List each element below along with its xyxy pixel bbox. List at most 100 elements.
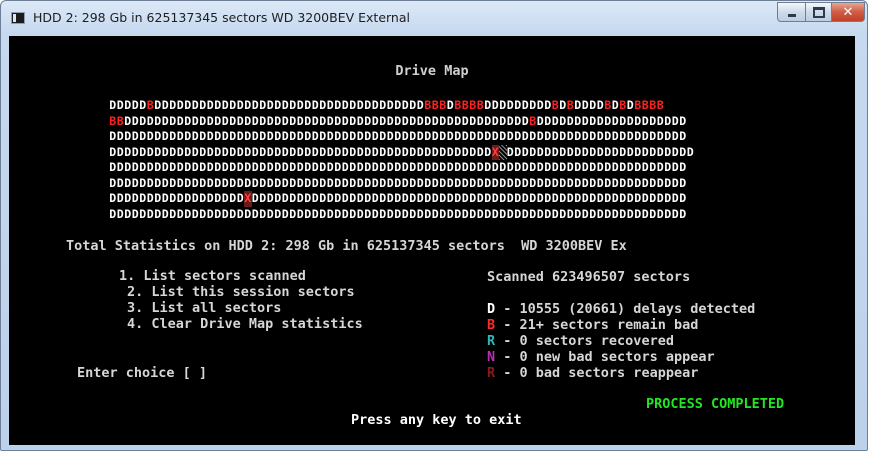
console-area[interactable]: Drive Map DDDDDBDDDDDDDDDDDDDDDDDDDDDDDD… [9,36,855,445]
delay-sector-cell: D [184,98,192,112]
delay-sector-cell: D [191,144,199,159]
delay-sector-cell: D [281,160,289,174]
minimize-button[interactable] [777,2,806,22]
delay-sector-cell: D [559,129,567,143]
delay-sector-cell: D [154,175,162,190]
delay-sector-cell: D [386,144,394,159]
delay-sector-cell: D [371,129,379,143]
delay-sector-cell: D [349,206,357,221]
delay-sector-cell: D [634,144,642,159]
delay-sector-cell: D [116,98,124,112]
delay-sector-cell: D [641,175,649,190]
delay-sector-cell: D [229,98,237,112]
delay-sector-cell: D [266,160,274,174]
delay-sector-cell: D [364,113,372,128]
delay-sector-cell: D [259,129,267,143]
delay-sector-cell: D [664,191,672,205]
total-statistics: Total Statistics on HDD 2: 298 Gb in 625… [66,238,627,254]
delay-sector-cell: D [146,206,154,221]
delay-sector-cell: D [671,206,679,221]
delay-sector-cell: D [596,191,604,205]
console-app-icon[interactable] [11,12,25,24]
delay-sector-cell: D [236,191,244,205]
delay-sector-cell: D [641,160,649,174]
delay-sector-cell: D [116,129,124,143]
drive-map-row: DDDDDDDDDDDDDDDDDDDDDDDDDDDDDDDDDDDDDDDD… [109,160,803,176]
maximize-icon [812,6,825,18]
delay-sector-cell: D [476,175,484,190]
delay-sector-cell: D [146,175,154,190]
delay-sector-cell: D [371,191,379,205]
delay-sector-cell: D [311,129,319,143]
delay-sector-cell: D [476,129,484,143]
delay-sector-cell: D [124,113,132,128]
enter-choice-prompt[interactable]: Enter choice [ ] [77,365,207,381]
delay-sector-cell: D [394,113,402,128]
delay-sector-cell: D [566,191,574,205]
delay-sector-cell: D [341,98,349,112]
delay-sector-cell: D [356,144,364,159]
delay-sector-cell: D [296,129,304,143]
delay-sector-cell: D [611,206,619,221]
delay-sector-cell: D [544,206,552,221]
delay-sector-cell: D [664,129,672,143]
delay-sector-cell: D [506,175,514,190]
delay-sector-cell: D [559,206,567,221]
close-button[interactable]: ✕ [831,2,865,22]
delay-sector-cell: D [289,175,297,190]
delay-sector-cell: D [251,129,259,143]
delay-sector-cell: D [199,98,207,112]
delay-sector-cell: D [454,160,462,174]
delay-sector-cell: D [529,160,537,174]
delay-sector-cell: D [409,98,417,112]
delay-sector-cell: D [514,191,522,205]
delay-sector-cell: D [491,206,499,221]
delay-sector-cell: D [326,160,334,174]
maximize-button[interactable] [805,2,832,22]
delay-sector-cell: D [274,144,282,159]
delay-sector-cell: D [604,144,612,159]
delay-sector-cell: D [184,144,192,159]
delay-sector-cell: D [191,175,199,190]
delay-sector-cell: D [424,144,432,159]
delay-sector-cell: D [266,129,274,143]
delay-sector-cell: D [356,191,364,205]
delay-sector-cell: D [244,144,252,159]
delay-sector-cell: D [461,129,469,143]
title-bar[interactable]: HDD 2: 298 Gb in 625137345 sectors WD 32… [1,1,867,35]
delay-sector-cell: D [116,175,124,190]
delay-sector-cell: D [484,206,492,221]
delay-sector-cell: D [214,144,222,159]
window-title: HDD 2: 298 Gb in 625137345 sectors WD 32… [33,10,410,25]
console-window: HDD 2: 298 Gb in 625137345 sectors WD 32… [0,0,868,451]
delay-sector-cell: D [634,160,642,174]
delay-sector-cell: D [529,191,537,205]
delay-sector-cell: D [319,206,327,221]
delay-sector-cell: D [221,206,229,221]
delay-sector-cell: D [236,175,244,190]
delay-sector-cell: D [236,129,244,143]
delay-sector-cell: D [131,113,139,128]
delay-sector-cell: D [416,129,424,143]
delay-sector-cell: D [199,129,207,143]
drive-map-row: DDDDDDDDDDDDDDDDDDDDDDDDDDDDDDDDDDDDDDDD… [109,129,803,145]
delay-sector-cell: D [506,206,514,221]
delay-sector-cell: D [656,144,664,159]
delay-sector-cell: D [386,206,394,221]
delay-sector-cell: D [326,206,334,221]
delay-sector-cell: D [289,113,297,128]
delay-sector-cell: D [379,191,387,205]
delay-sector-cell: D [491,191,499,205]
delay-sector-cell: D [589,175,597,190]
legend-key-reappear: R [487,365,496,381]
delay-sector-cell: D [626,98,634,112]
delay-sector-cell: D [139,191,147,205]
delay-sector-cell: D [686,144,694,159]
delay-sector-cell: D [364,144,372,159]
delay-sector-cell: D [446,160,454,174]
delay-sector-cell: D [334,144,342,159]
delay-sector-cell: D [304,160,312,174]
delay-sector-cell: D [146,160,154,174]
delay-sector-cell: D [484,113,492,128]
delay-sector-cell: D [446,129,454,143]
